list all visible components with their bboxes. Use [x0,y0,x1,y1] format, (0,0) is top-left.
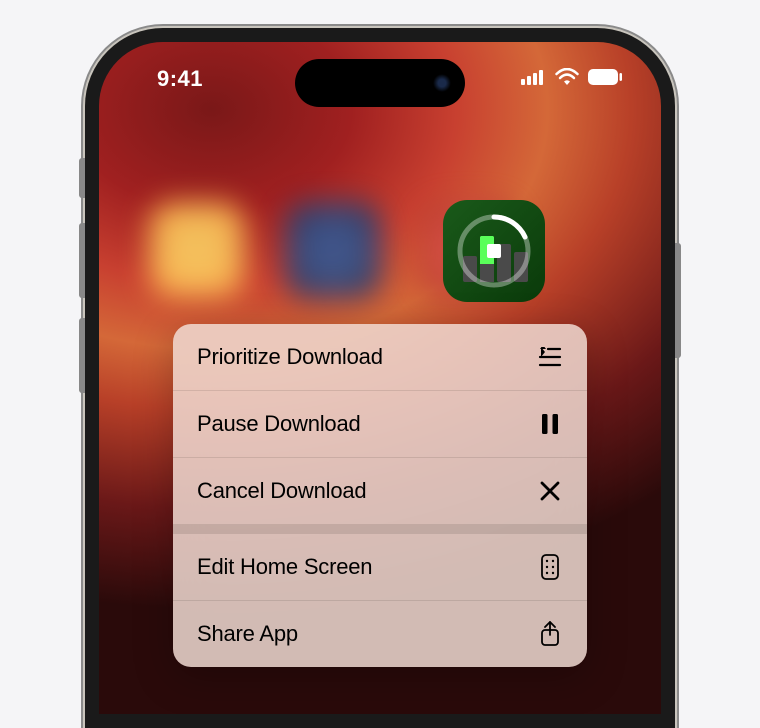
battery-icon [587,68,623,91]
menu-item-label: Prioritize Download [197,344,383,370]
power-button [675,243,681,358]
prioritize-download-item[interactable]: Prioritize Download [173,324,587,390]
iphone-frame: 9:41 [85,28,675,728]
menu-separator [173,524,587,534]
share-icon [537,621,563,647]
cellular-signal-icon [521,69,547,90]
dynamic-island [295,59,465,107]
apps-grid-icon [537,554,563,580]
app-icon-downloading[interactable] [443,200,545,302]
home-screen[interactable]: 9:41 [99,42,661,714]
front-camera [433,74,451,92]
close-icon [537,478,563,504]
menu-item-label: Pause Download [197,411,361,437]
status-indicators [521,68,623,91]
volume-down-button [79,318,85,393]
edit-home-screen-item[interactable]: Edit Home Screen [173,534,587,600]
prioritize-icon [537,344,563,370]
context-menu: Prioritize Download Pause Download Cance… [173,324,587,667]
share-app-item[interactable]: Share App [173,601,587,667]
pause-icon [537,411,563,437]
volume-up-button [79,223,85,298]
numbers-app-icon [443,200,545,302]
cancel-download-item[interactable]: Cancel Download [173,458,587,524]
menu-item-label: Share App [197,621,298,647]
status-time: 9:41 [137,66,203,92]
wifi-icon [555,68,579,91]
mute-switch [79,158,85,198]
menu-item-label: Edit Home Screen [197,554,372,580]
menu-item-label: Cancel Download [197,478,366,504]
blurred-app-icon [285,202,381,298]
blurred-app-icon [149,202,245,298]
pause-download-item[interactable]: Pause Download [173,391,587,457]
